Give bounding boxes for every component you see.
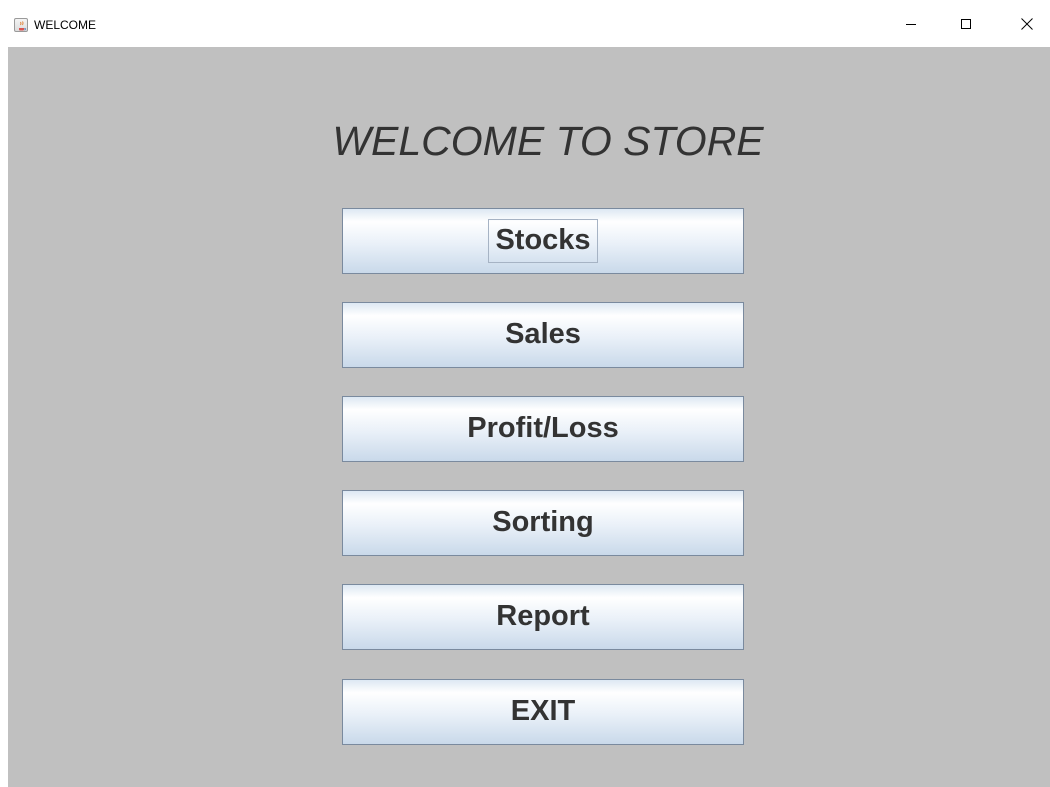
app-window: WELCOME WELCOME TO STORE Stocks Sales Pr… bbox=[0, 0, 1050, 787]
close-button[interactable] bbox=[1004, 0, 1050, 47]
report-button-label: Report bbox=[496, 600, 590, 632]
close-icon bbox=[1021, 17, 1033, 30]
sales-button-label: Sales bbox=[505, 318, 581, 350]
java-coffee-icon[interactable] bbox=[14, 18, 28, 32]
title-bar[interactable]: WELCOME bbox=[0, 0, 1050, 47]
profit-loss-button[interactable]: Profit/Loss bbox=[342, 396, 744, 462]
minimize-button[interactable] bbox=[888, 0, 934, 47]
maximize-button[interactable] bbox=[943, 0, 989, 47]
stocks-button[interactable]: Stocks bbox=[342, 208, 744, 274]
exit-button-label: EXIT bbox=[510, 695, 576, 727]
sorting-button[interactable]: Sorting bbox=[342, 490, 744, 556]
sorting-button-label: Sorting bbox=[492, 506, 594, 538]
sales-button[interactable]: Sales bbox=[342, 302, 744, 368]
window-title: WELCOME bbox=[34, 18, 97, 32]
stocks-button-label: Stocks bbox=[488, 219, 598, 263]
welcome-heading: WELCOME TO STORE bbox=[332, 118, 764, 164]
profit-loss-button-label: Profit/Loss bbox=[467, 412, 619, 444]
minimize-icon bbox=[906, 23, 916, 25]
maximize-icon bbox=[961, 18, 971, 29]
report-button[interactable]: Report bbox=[342, 584, 744, 650]
content-panel: WELCOME TO STORE Stocks Sales Profit/Los… bbox=[8, 47, 1050, 787]
exit-button[interactable]: EXIT bbox=[342, 679, 744, 745]
